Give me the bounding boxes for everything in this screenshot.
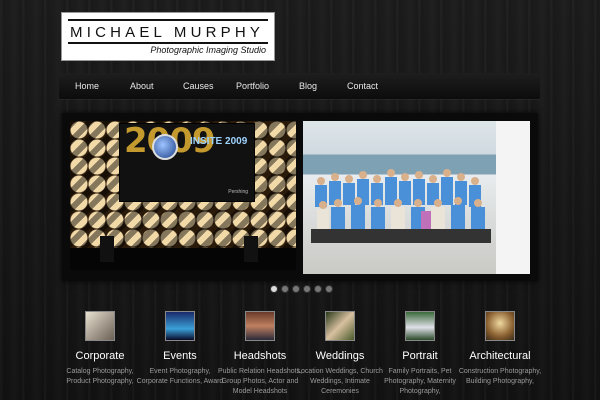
- podium-right: [244, 236, 258, 262]
- category-description: Event Photography, Corporate Functions, …: [136, 368, 224, 385]
- image-slider[interactable]: 2009 INSITE 2009 Pershing: [62, 113, 538, 281]
- category-title[interactable]: Portrait: [375, 350, 465, 362]
- category-title[interactable]: Weddings: [295, 350, 385, 362]
- architectural-thumbnail[interactable]: [485, 311, 515, 341]
- nav-about[interactable]: About: [130, 73, 154, 99]
- service-categories: Corporate Catalog Photography, Product P…: [0, 311, 600, 400]
- stage-screen: 2009 INSITE 2009 Pershing: [119, 123, 255, 202]
- nav-contact[interactable]: Contact: [347, 73, 378, 99]
- main-navigation: Home About Causes Portfolio Blog Contact: [59, 73, 540, 99]
- logo-rule-middle: [68, 42, 268, 44]
- slider-pagination: [270, 280, 336, 293]
- category-description: Location Weddings, Church Weddings, Inti…: [297, 368, 383, 395]
- category-description: Family Portraits, Pet Photography, Mater…: [384, 368, 456, 395]
- logo-subtitle: Photographic Imaging Studio: [150, 45, 266, 55]
- events-thumbnail[interactable]: [165, 311, 195, 341]
- slider-dot-1[interactable]: [270, 285, 278, 293]
- crowd-illustration: [311, 169, 491, 243]
- slider-dot-4[interactable]: [303, 285, 311, 293]
- slide-image-conference[interactable]: 2009 INSITE 2009 Pershing: [70, 121, 296, 270]
- category-title[interactable]: Events: [135, 350, 225, 362]
- site-logo[interactable]: MICHAEL MURPHY Photographic Imaging Stud…: [61, 12, 275, 61]
- nav-home[interactable]: Home: [75, 73, 99, 99]
- headshots-thumbnail[interactable]: [245, 311, 275, 341]
- screen-brand: INSITE 2009: [190, 136, 248, 147]
- slider-dot-6[interactable]: [325, 285, 333, 293]
- slider-dot-2[interactable]: [281, 285, 289, 293]
- podium-left: [100, 236, 114, 262]
- slider-dot-5[interactable]: [314, 285, 322, 293]
- category-description: Construction Photography, Building Photo…: [458, 368, 542, 385]
- screen-sponsor: Pershing: [228, 189, 248, 195]
- nav-causes[interactable]: Causes: [183, 73, 214, 99]
- category-description: Public Relation Headshots, Group Photos,…: [217, 368, 303, 395]
- globe-icon: [152, 134, 178, 160]
- weddings-thumbnail[interactable]: [325, 311, 355, 341]
- slider-dot-3[interactable]: [292, 285, 300, 293]
- category-title[interactable]: Corporate: [55, 350, 145, 362]
- building-wall: [496, 121, 530, 274]
- category-title[interactable]: Headshots: [215, 350, 305, 362]
- corporate-thumbnail[interactable]: [85, 311, 115, 341]
- nav-portfolio[interactable]: Portfolio: [236, 73, 269, 99]
- nav-blog[interactable]: Blog: [299, 73, 317, 99]
- logo-name: MICHAEL MURPHY: [70, 24, 265, 41]
- portrait-thumbnail[interactable]: [405, 311, 435, 341]
- logo-rule-top: [68, 19, 268, 21]
- category-description: Catalog Photography, Product Photography…: [66, 368, 134, 385]
- category-title[interactable]: Architectural: [455, 350, 545, 362]
- slide-image-group-photo[interactable]: [303, 121, 530, 274]
